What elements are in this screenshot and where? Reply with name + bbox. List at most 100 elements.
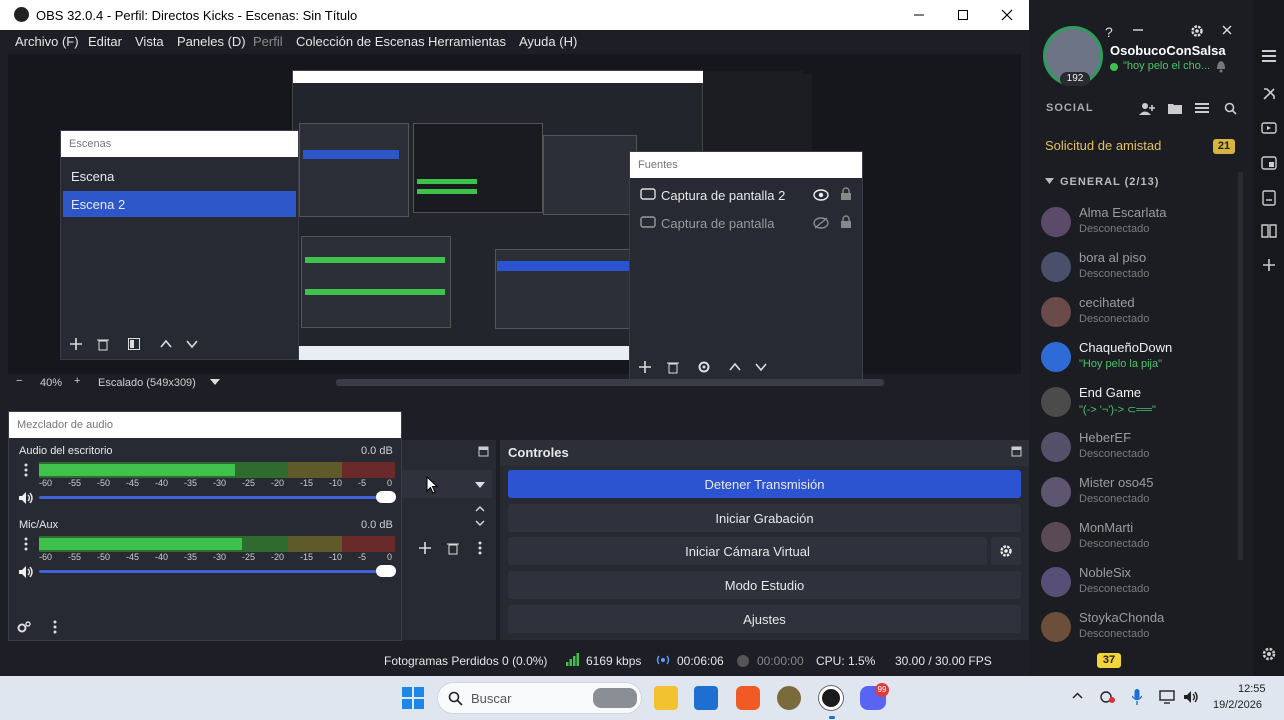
start-recording-button[interactable]: Iniciar Grabación <box>508 504 1021 532</box>
scrollbar[interactable] <box>1238 172 1243 560</box>
menu-ayuda[interactable]: Ayuda (H) <box>519 34 577 49</box>
preview-area[interactable]: Escenas Escena Escena 2 Fuentes Captura … <box>8 54 1021 383</box>
friend-item[interactable]: cecihated Desconectado <box>1041 293 1241 335</box>
book-icon[interactable] <box>1261 224 1277 238</box>
studio-mode-button[interactable]: Modo Estudio <box>508 571 1021 599</box>
avatar[interactable] <box>1041 207 1071 237</box>
more-options-icon[interactable] <box>478 541 482 555</box>
obs-taskbar-icon[interactable] <box>819 686 843 710</box>
maximize-button[interactable] <box>941 0 985 30</box>
more-options-icon[interactable] <box>24 462 28 478</box>
scene-item-selected[interactable]: Escena 2 <box>63 191 296 217</box>
avatar[interactable] <box>1041 432 1071 462</box>
search-icon[interactable] <box>1224 102 1237 115</box>
volume-slider[interactable] <box>39 570 389 573</box>
friend-item[interactable]: bora al piso Desconectado <box>1041 248 1241 290</box>
friend-item[interactable]: End Game "(-> '¬')-> ⊂══" <box>1041 383 1241 425</box>
avatar[interactable] <box>1041 522 1071 552</box>
list-icon[interactable] <box>1195 102 1209 114</box>
avatar[interactable] <box>1041 297 1071 327</box>
file-explorer-icon[interactable] <box>654 686 678 710</box>
minimize-button[interactable] <box>897 0 941 30</box>
remove-scene-icon[interactable] <box>96 337 110 351</box>
lock-icon[interactable] <box>840 215 852 229</box>
window-icon[interactable] <box>1261 156 1277 170</box>
start-virtual-camera-button[interactable]: Iniciar Cámara Virtual <box>508 537 987 565</box>
source-item[interactable]: Captura de pantalla 2 <box>661 188 785 203</box>
avatar[interactable] <box>1041 612 1071 642</box>
undock-icon[interactable] <box>1011 446 1022 457</box>
move-source-down-icon[interactable] <box>754 360 768 374</box>
friend-item[interactable]: MonMarti Desconectado <box>1041 518 1241 560</box>
league-client-icon[interactable] <box>777 686 801 710</box>
move-source-up-icon[interactable] <box>728 360 742 374</box>
speaker-icon[interactable] <box>18 565 34 579</box>
close-button[interactable] <box>985 0 1029 30</box>
volume-slider[interactable] <box>39 496 389 499</box>
remove-transition-icon[interactable] <box>446 541 460 555</box>
menu-archivo[interactable]: Archivo (F) <box>15 34 79 49</box>
gear-icon[interactable] <box>1261 646 1277 662</box>
minimize-icon[interactable] <box>1133 25 1143 35</box>
menu-paneles[interactable]: Paneles (D) <box>177 34 246 49</box>
clock-date[interactable]: 19/2/2026 <box>1213 699 1262 711</box>
friend-item[interactable]: Alma Escarlata Desconectado <box>1041 203 1241 245</box>
scene-filters-icon[interactable] <box>127 337 141 351</box>
store-icon[interactable] <box>694 686 718 710</box>
friend-item[interactable]: NobleSix Desconectado <box>1041 563 1241 605</box>
audio-settings-icon[interactable] <box>16 620 32 634</box>
friend-item[interactable]: HeberEF Desconectado <box>1041 428 1241 470</box>
chevron-down-icon[interactable] <box>475 482 485 488</box>
add-scene-icon[interactable] <box>69 337 83 351</box>
taskbar-search[interactable]: Buscar <box>437 682 642 714</box>
add-source-icon[interactable] <box>638 360 652 374</box>
clock-time[interactable]: 12:55 <box>1238 683 1266 695</box>
virtual-camera-settings-button[interactable] <box>991 537 1021 565</box>
zoom-in-button[interactable]: + <box>74 375 80 387</box>
chevron-down-icon[interactable] <box>1045 178 1054 185</box>
zoom-out-button[interactable]: − <box>16 375 22 387</box>
eye-icon[interactable] <box>813 189 829 201</box>
chevron-up-icon[interactable] <box>1072 692 1083 699</box>
more-options-icon[interactable] <box>24 536 28 552</box>
bell-icon[interactable] <box>1215 59 1227 73</box>
video-icon[interactable] <box>1261 122 1277 136</box>
avatar[interactable] <box>1041 567 1071 597</box>
display-icon[interactable] <box>1159 690 1175 704</box>
microphone-icon[interactable] <box>1132 689 1142 705</box>
lock-icon[interactable] <box>840 187 852 201</box>
volume-slider-handle[interactable] <box>376 491 396 503</box>
preview-scrollbar[interactable] <box>336 379 884 386</box>
move-scene-up-icon[interactable] <box>159 337 173 351</box>
chevron-down-icon[interactable] <box>475 520 485 526</box>
source-settings-icon[interactable] <box>697 360 711 374</box>
move-scene-down-icon[interactable] <box>185 337 199 351</box>
scene-item[interactable]: Escena <box>63 163 296 189</box>
add-icon[interactable] <box>1262 258 1276 272</box>
stop-streaming-button[interactable]: Detener Transmisión <box>508 470 1021 498</box>
avatar[interactable] <box>1041 342 1071 372</box>
settings-icon[interactable] <box>1261 86 1277 102</box>
menu-editar[interactable]: Editar <box>88 34 122 49</box>
avatar[interactable] <box>1041 252 1071 282</box>
eye-hidden-icon[interactable] <box>813 217 829 229</box>
windows-start-icon[interactable] <box>402 687 424 709</box>
chevron-down-icon[interactable] <box>210 379 220 387</box>
bookmark-icon[interactable] <box>1262 190 1276 206</box>
avatar[interactable] <box>1041 387 1071 417</box>
gear-icon[interactable] <box>1190 24 1204 38</box>
friend-item[interactable]: StoykaChonda Desconectado <box>1041 608 1241 650</box>
more-options-icon[interactable] <box>53 620 57 634</box>
source-item[interactable]: Captura de pantalla <box>661 216 774 231</box>
group-header[interactable]: GENERAL (2/13) <box>1060 176 1159 188</box>
settings-button[interactable]: Ajustes <box>508 605 1021 633</box>
speaker-icon[interactable] <box>1183 690 1199 704</box>
friend-requests-label[interactable]: Solicitud de amistad <box>1045 138 1161 153</box>
add-friend-icon[interactable] <box>1139 102 1155 116</box>
menu-herramientas[interactable]: Herramientas <box>428 34 506 49</box>
pin-icon[interactable] <box>1262 48 1276 62</box>
friend-item[interactable]: ChaqueñoDown "Hoy pelo la pija" <box>1041 338 1241 380</box>
menu-vista[interactable]: Vista <box>135 34 164 49</box>
scale-select[interactable]: Escalado (549x309) <box>98 377 196 389</box>
close-icon[interactable] <box>1222 25 1232 35</box>
